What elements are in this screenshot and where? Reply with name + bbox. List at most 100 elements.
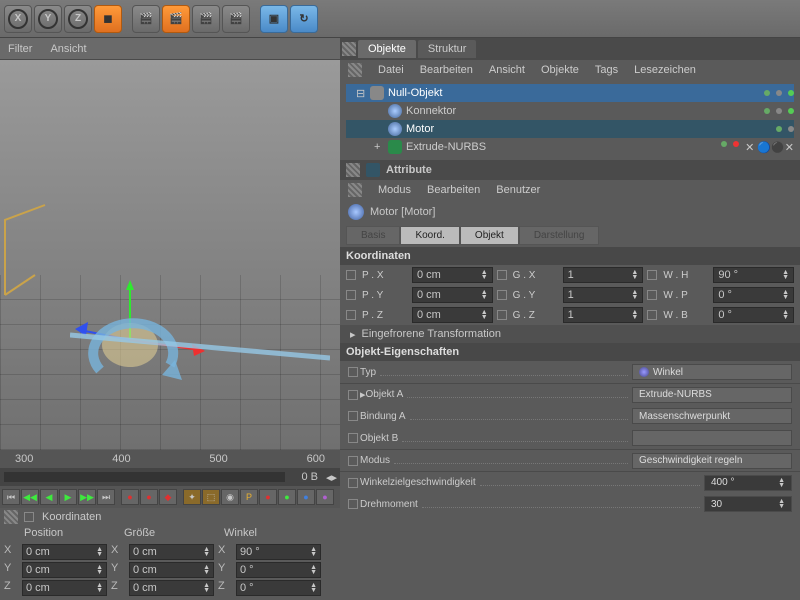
menu-lesezeichen[interactable]: Lesezeichen [634,64,696,76]
prop-checkbox[interactable] [497,310,507,320]
opt-6-button[interactable]: ● [278,489,296,505]
prop-checkbox[interactable] [346,310,356,320]
tab-darstellung[interactable]: Darstellung [519,226,600,245]
prop-checkbox[interactable] [348,456,358,466]
clapper-4-button[interactable]: 🎬 [222,5,250,33]
coord-field[interactable]: 0 °▲▼ [236,580,321,596]
prop-field[interactable]: 1▲▼ [563,287,644,303]
object-tree[interactable]: ⊟Null-ObjektKonnektorMotor+Extrude-NURBS… [340,80,800,160]
coord-field[interactable]: 0 °▲▼ [236,562,321,578]
menu-bearbeiten-2[interactable]: Bearbeiten [427,184,480,196]
viewport-3d[interactable] [0,60,340,450]
axis-y-button[interactable]: Y [34,5,62,33]
blue-cube-button[interactable]: ▣ [260,5,288,33]
koord-header: Koordinaten [340,247,800,265]
prop-checkbox[interactable] [346,290,356,300]
tag-dots[interactable] [764,90,794,96]
step-back-button[interactable]: ◀ [40,489,58,505]
prop-value[interactable] [632,430,792,446]
coord-field[interactable]: 0 cm▲▼ [129,544,214,560]
menu-benutzer[interactable]: Benutzer [496,184,540,196]
tree-item[interactable]: Konnektor [346,102,794,120]
tab-koord[interactable]: Koord. [400,226,459,245]
goto-end-button[interactable]: ⏭ [97,489,115,505]
frozen-transform[interactable]: Eingefrorene Transformation [362,328,501,340]
clapper-3-button[interactable]: 🎬 [192,5,220,33]
coord-field[interactable]: 0 cm▲▼ [129,580,214,596]
prop-field[interactable]: 0 cm▲▼ [412,307,493,323]
prop-checkbox[interactable] [647,290,657,300]
tree-item[interactable]: +Extrude-NURBS✕ 🔵⚫✕ [346,138,794,156]
tab-objekt[interactable]: Objekt [460,226,519,245]
prop-checkbox[interactable] [348,390,358,400]
menu-filter[interactable]: Filter [8,43,32,55]
tab-basis[interactable]: Basis [346,226,400,245]
menu-modus[interactable]: Modus [378,184,411,196]
key-button[interactable]: ◆ [159,489,177,505]
prop-value[interactable]: Extrude-NURBS [632,387,792,403]
prop-checkbox[interactable] [348,478,358,488]
coord-field[interactable]: 90 °▲▼ [236,544,321,560]
tag-dots[interactable] [776,126,794,132]
coord-field[interactable]: 0 cm▲▼ [22,544,107,560]
prop-value[interactable]: Geschwindigkeit regeln [632,453,792,469]
step-fwd-button[interactable]: ▶▶ [78,489,96,505]
coord-field[interactable]: 0 cm▲▼ [129,562,214,578]
opt-5-button[interactable]: ● [259,489,277,505]
prop-value[interactable]: 30▲▼ [704,496,792,512]
play-button[interactable]: ▶ [59,489,77,505]
refresh-button[interactable]: ↻ [290,5,318,33]
prop-field[interactable]: 0 °▲▼ [713,287,794,303]
tab-objekte[interactable]: Objekte [358,40,416,58]
menu-bearbeiten[interactable]: Bearbeiten [420,64,473,76]
cube-button[interactable]: ◼ [94,5,122,33]
prop-checkbox[interactable] [647,270,657,280]
clapper-1-button[interactable]: 🎬 [132,5,160,33]
tree-item[interactable]: ⊟Null-Objekt [346,84,794,102]
tag-dots[interactable]: ✕ 🔵⚫✕ [721,141,794,154]
prop-checkbox[interactable] [497,270,507,280]
prop-field[interactable]: 0 °▲▼ [713,307,794,323]
menu-datei[interactable]: Datei [378,64,404,76]
prop-checkbox[interactable] [647,310,657,320]
menu-tags[interactable]: Tags [595,64,618,76]
prop-field[interactable]: 0 cm▲▼ [412,267,493,283]
prop-value[interactable]: 400 °▲▼ [704,475,792,491]
prop-checkbox[interactable] [348,367,358,377]
prop-field[interactable]: 0 cm▲▼ [412,287,493,303]
prop-checkbox[interactable] [346,270,356,280]
prop-field[interactable]: 1▲▼ [563,307,644,323]
prop-checkbox[interactable] [348,499,358,509]
timeline-ruler[interactable]: 300400500600 [0,450,340,468]
tag-dots[interactable] [764,108,794,114]
prop-checkbox[interactable] [348,411,358,421]
menu-ansicht[interactable]: Ansicht [50,43,86,55]
rec-2-button[interactable]: ● [140,489,158,505]
opt-7-button[interactable]: ● [297,489,315,505]
axis-x-button[interactable]: X [4,5,32,33]
opt-3-button[interactable]: ◉ [221,489,239,505]
opt-1-button[interactable]: ✦ [183,489,201,505]
tree-item[interactable]: Motor [346,120,794,138]
opt-4-button[interactable]: P [240,489,258,505]
coord-field[interactable]: 0 cm▲▼ [22,562,107,578]
prop-field[interactable]: 90 °▲▼ [713,267,794,283]
prop-checkbox[interactable] [348,433,358,443]
goto-start-button[interactable]: ⏮ [2,489,20,505]
coord-field[interactable]: 0 cm▲▼ [22,580,107,596]
prop-checkbox[interactable] [497,290,507,300]
opt-8-button[interactable]: ● [316,489,334,505]
prop-value[interactable]: Winkel [632,364,792,380]
triangle-icon[interactable]: ▸ [350,328,356,341]
coord-checkbox[interactable] [24,512,34,522]
axis-z-button[interactable]: Z [64,5,92,33]
prop-value[interactable]: Massenschwerpunkt [632,408,792,424]
tab-struktur[interactable]: Struktur [418,40,477,58]
prop-field[interactable]: 1▲▼ [563,267,644,283]
rec-1-button[interactable]: ● [121,489,139,505]
play-back-button[interactable]: ◀◀ [21,489,39,505]
opt-2-button[interactable]: ⬚ [202,489,220,505]
clapper-2-button[interactable]: 🎬 [162,5,190,33]
menu-ansicht[interactable]: Ansicht [489,64,525,76]
menu-objekte[interactable]: Objekte [541,64,579,76]
